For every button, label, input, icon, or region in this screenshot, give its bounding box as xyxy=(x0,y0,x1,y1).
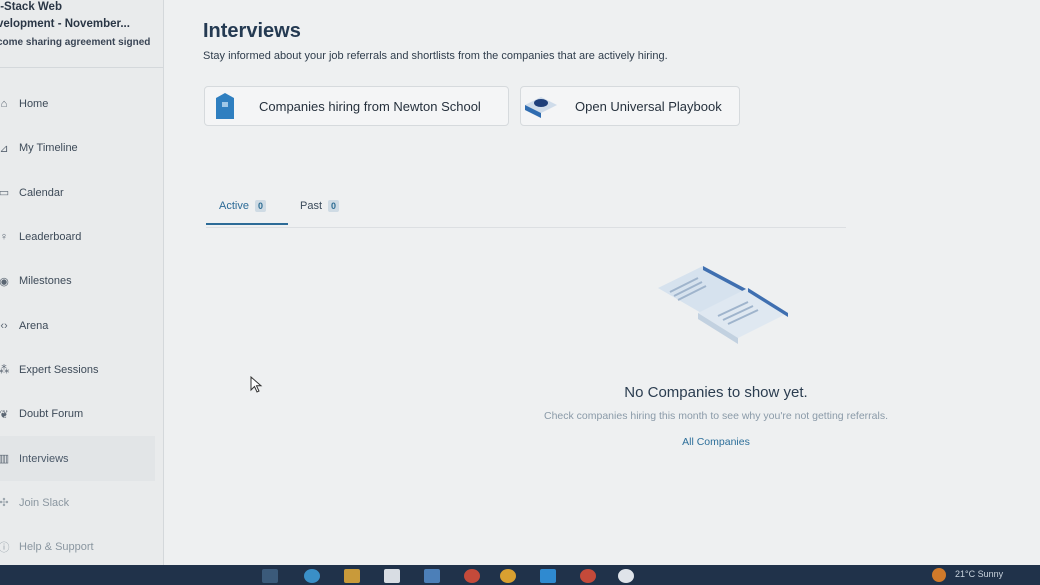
tab-past[interactable]: Past 0 xyxy=(300,196,340,216)
edge-browser-icon[interactable] xyxy=(304,569,320,583)
sidebar-item-label: Home xyxy=(19,98,49,111)
timeline-icon: ⊿ xyxy=(0,142,9,155)
people-icon: ⁂ xyxy=(0,363,11,377)
weather-text[interactable]: 21°C Sunny xyxy=(955,569,1003,579)
playbook-icon xyxy=(521,87,561,125)
folder-icon[interactable] xyxy=(344,569,360,583)
empty-state-illustration xyxy=(648,258,798,358)
sidebar-item-label: Expert Sessions xyxy=(19,363,99,376)
sidebar-item-label: Join Slack xyxy=(19,496,70,509)
empty-state-title: No Companies to show yet. xyxy=(624,384,808,401)
companies-hiring-label: Companies hiring from Newton School xyxy=(259,98,481,114)
main-content: Interviews Stay informed about your job … xyxy=(164,0,1040,565)
tab-past-label: Past xyxy=(300,200,323,212)
sidebar-item-label: Milestones xyxy=(19,275,72,288)
chrome-active-icon[interactable] xyxy=(580,569,596,583)
sidebar-item-label: Doubt Forum xyxy=(19,408,84,421)
course-title-line1: l-Stack Web xyxy=(0,1,62,13)
home-icon: ⌂ xyxy=(0,98,8,111)
companies-hiring-button[interactable]: Companies hiring from Newton School xyxy=(204,86,509,126)
active-tab-indicator xyxy=(206,223,288,225)
sidebar-item-leaderboard[interactable]: ♀ Leaderboard xyxy=(0,215,163,259)
sidebar-item-label: Arena xyxy=(19,319,49,332)
mail-icon[interactable] xyxy=(424,569,440,583)
sidebar-item-my-timeline[interactable]: ⊿ My Timeline xyxy=(0,126,163,170)
sidebar-item-label: My Timeline xyxy=(19,142,78,155)
page-subtitle: Stay informed about your job referrals a… xyxy=(203,50,668,62)
interviews-icon: ▥ xyxy=(0,453,10,466)
tab-past-count: 0 xyxy=(328,200,340,212)
sidebar-item-label: Leaderboard xyxy=(19,231,82,244)
sidebar-item-interviews[interactable]: ▥ Interviews xyxy=(0,436,155,481)
tabs: Active 0 Past 0 xyxy=(206,188,846,228)
open-playbook-button[interactable]: Open Universal Playbook xyxy=(520,86,740,126)
open-playbook-label: Open Universal Playbook xyxy=(575,98,722,114)
calendar-icon: ▭ xyxy=(0,187,10,200)
course-status: come sharing agreement signed xyxy=(0,37,151,48)
sidebar-item-label: Calendar xyxy=(19,186,64,199)
app-icon[interactable] xyxy=(464,569,480,583)
sidebar-item-help-support[interactable]: ⓘ Help & Support xyxy=(0,525,163,569)
slack-icon: ✣ xyxy=(0,497,9,510)
sidebar-item-doubt-forum[interactable]: ❦ Doubt Forum xyxy=(0,392,163,436)
vscode-icon[interactable] xyxy=(540,569,556,583)
tab-active-count: 0 xyxy=(254,200,266,212)
help-icon: ⓘ xyxy=(0,542,10,555)
sidebar-item-arena[interactable]: ‹› Arena xyxy=(0,303,163,347)
course-title-line2: velopment - November... xyxy=(0,18,130,30)
sidebar-item-home[interactable]: ⌂ Home xyxy=(0,82,163,126)
building-icon xyxy=(205,87,245,125)
globe-icon[interactable] xyxy=(618,569,634,583)
forum-icon: ❦ xyxy=(0,408,9,421)
sidebar-item-milestones[interactable]: ◉ Milestones xyxy=(0,259,163,303)
empty-state-subtitle: Check companies hiring this month to see… xyxy=(543,410,888,422)
store-icon[interactable] xyxy=(384,569,400,583)
chrome-icon[interactable] xyxy=(500,569,516,583)
trophy-icon: ♀ xyxy=(0,231,9,244)
sidebar-item-calendar[interactable]: ▭ Calendar xyxy=(0,171,163,215)
page-title: Interviews xyxy=(203,20,301,42)
sidebar-item-label: Help & Support xyxy=(19,541,94,554)
os-taskbar: 21°C Sunny xyxy=(0,565,1040,585)
file-explorer-icon[interactable] xyxy=(262,569,278,583)
code-icon: ‹› xyxy=(0,319,8,332)
sidebar-nav: ⌂ Home ⊿ My Timeline ▭ Calendar ♀ Leader… xyxy=(0,82,163,569)
sidebar-item-join-slack[interactable]: ✣ Join Slack xyxy=(0,481,163,525)
sidebar: l-Stack Web velopment - November... come… xyxy=(0,0,164,565)
weather-sun-icon xyxy=(932,568,946,582)
mouse-cursor-icon xyxy=(250,376,263,393)
sidebar-item-label: Interviews xyxy=(19,452,69,465)
sidebar-item-expert-sessions[interactable]: ⁂ Expert Sessions xyxy=(0,348,163,392)
tab-active-label: Active xyxy=(219,200,249,212)
milestone-icon: ◉ xyxy=(0,275,9,288)
course-header[interactable]: l-Stack Web velopment - November... come… xyxy=(0,0,163,68)
tab-active[interactable]: Active 0 xyxy=(219,196,266,216)
all-companies-link[interactable]: All Companies xyxy=(644,436,788,448)
